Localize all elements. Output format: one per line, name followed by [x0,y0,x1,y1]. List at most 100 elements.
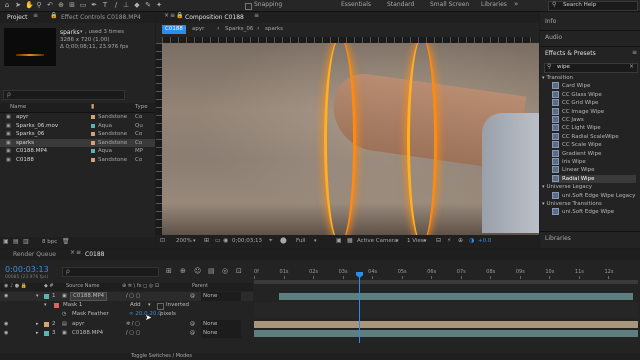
expand-chevron-icon[interactable]: ▸ [36,320,39,329]
column-name[interactable]: Name [10,104,26,110]
layer-switch-boxes[interactable]: ✲ / ▢ [126,320,140,329]
project-search-field[interactable]: ρ [3,90,125,100]
layer-switch-boxes[interactable]: / ▢ ▢ [126,329,140,338]
viewer-timecode[interactable]: 0;00;03;13 [232,238,262,244]
new-composition-icon[interactable]: ▥ [23,238,29,245]
mask-feather-row[interactable]: ◷ Mask Feather ∞ 20.0,20.0 pixels ➤ [0,310,253,322]
project-item-label-swatch[interactable] [91,149,95,153]
comp-mini-flowchart-icon[interactable]: ⊞ [166,267,172,275]
project-item-label-swatch[interactable] [91,157,95,162]
category-chevron-icon[interactable]: ▾ [542,184,545,190]
snapping-checkbox[interactable] [245,3,252,10]
reset-exposure-icon[interactable]: ◑ [469,237,474,244]
workspace-overflow-icon[interactable]: » [514,0,518,8]
zoom-dropdown[interactable]: 200% [176,238,192,244]
safe-margins-icon[interactable]: ⊞ [204,237,209,244]
expand-chevron-icon[interactable]: ▾ [36,292,39,301]
camera-tool-icon[interactable]: ⊕ [57,1,65,9]
project-list-item[interactable]: ▣ apyr Sandstone Co [0,113,155,121]
libraries-panel-tab[interactable]: Libraries [545,235,571,242]
column-type[interactable]: Type [135,104,148,110]
parent-dropdown[interactable]: None [201,329,241,338]
comp-viewer[interactable] [162,43,539,235]
track-bar-layer-1[interactable] [279,293,633,300]
effect-item[interactable]: Card Wipe [552,82,636,90]
roto-brush-tool-icon[interactable]: ✎ [144,1,152,9]
effects-search-value[interactable]: wipe [557,64,570,70]
graph-editor-icon[interactable]: ⊡ [236,267,242,275]
info-panel-tab[interactable]: Info [545,18,556,25]
toggle-pixel-icon[interactable]: ⊟ [436,237,441,244]
effects-category[interactable]: ▾ Transition [542,74,638,82]
project-list-item[interactable]: ▣ sparks Sandstone Co [0,138,155,147]
fast-preview-icon[interactable]: ⚡ [447,237,451,244]
playhead[interactable] [359,273,360,343]
panel-menu-icon[interactable]: ≡ [33,12,38,19]
category-chevron-icon[interactable]: ▾ [542,201,545,207]
channel-icon[interactable]: ⬤ [280,237,287,244]
project-list-item[interactable]: ▣ Sparks_06.mov Aqua Qu [0,122,155,130]
transparency-grid-icon[interactable]: ▦ [347,237,353,244]
column-label-icon[interactable]: ▮ [91,103,94,110]
workspace-essentials[interactable]: Essentials [341,1,371,8]
project-list-item[interactable]: ▣ Sparks_06 Sandstone Co [0,130,155,138]
mask-color-swatch[interactable] [54,303,59,308]
mask-name[interactable]: Mask 1 [63,301,82,310]
layer-label-swatch[interactable] [44,294,49,299]
snapshot-camera-icon[interactable]: ⌖ [269,237,272,245]
pen-tool-icon[interactable]: ✒ [90,1,98,9]
item-dropdown-icon[interactable]: ▾ [80,29,83,35]
effects-category[interactable]: ▾ Universe Legacy [542,183,638,191]
zoom-tool-icon[interactable]: ⚲ [35,1,43,9]
visibility-eye-icon[interactable]: ◉ [4,292,8,301]
effect-item[interactable]: CC Light Wipe [552,124,636,132]
effect-item[interactable]: CC Image Wipe [552,107,636,116]
mask-expand-icon[interactable]: ▾ [44,301,47,310]
shy-layers-icon[interactable]: ☺ [194,267,201,275]
motion-blur-icon[interactable]: ◎ [222,267,228,275]
exposure-value[interactable]: +0.0 [478,238,491,244]
track-bar-layer-2[interactable] [254,321,638,328]
visibility-eye-icon[interactable]: ◉ [4,320,8,329]
snapshot-icon[interactable]: ▭ [215,237,221,244]
expand-chevron-icon[interactable]: ▸ [36,329,39,338]
parent-dropdown[interactable]: None [201,320,241,329]
layer-label-swatch[interactable] [44,331,49,336]
home-icon[interactable]: ⌂ [3,1,11,9]
project-item-label-swatch[interactable] [91,115,95,119]
parent-pickwhip-icon[interactable]: @ [190,320,195,329]
parent-pickwhip-icon[interactable]: @ [190,292,195,301]
bit-depth-label[interactable]: 8 bpc [42,239,57,245]
tab-project[interactable]: Project [2,12,33,23]
project-item-label-swatch[interactable] [91,123,95,128]
tab-composition[interactable]: Composition C0188 [180,12,249,23]
effect-item[interactable]: CC Glass Wipe [552,90,636,99]
effects-search-field[interactable]: ⚲ wipe × [544,63,638,73]
effects-category[interactable]: ▾ Universe Transitions [542,200,638,208]
tab-timeline-comp[interactable]: C0188 [80,249,109,260]
effect-item[interactable]: CC Scale Wipe [552,141,636,149]
workspace-libraries[interactable]: Libraries [481,1,507,8]
layer-row-3[interactable]: ◉ ▸ 3 ▣ C0188.MP4 / ▢ ▢ @ None [0,329,253,338]
effect-item[interactable]: uni.Soft Edge Wipe Legacy [552,191,636,200]
stopwatch-icon[interactable]: ◷ [62,310,66,319]
new-folder-icon[interactable]: ▤ [13,238,19,245]
mask-mode-dropdown[interactable]: Add [130,301,141,310]
visibility-eye-icon[interactable]: ◉ [4,329,8,338]
type-tool-icon[interactable]: T [101,1,109,9]
tab-effect-controls[interactable]: Effect Controls C0188.MP4 [56,12,146,23]
project-list-item[interactable]: ▣ C0188.MP4 Aqua MP [0,147,155,155]
workspace-small-screen[interactable]: Small Screen [430,1,469,8]
work-area-bar[interactable] [254,280,638,284]
parent-dropdown[interactable]: None [201,292,241,301]
mask-row[interactable]: ▾ Mask 1 Add ▾ Inverted [0,301,253,310]
layer-label-swatch[interactable] [44,322,49,327]
column-parent[interactable]: Parent [192,283,208,289]
column-source-name[interactable]: Source Name [66,283,100,289]
always-preview-icon[interactable]: ⊡ [160,237,165,244]
effect-item[interactable]: Radial Wipe [552,174,636,183]
audio-panel-tab[interactable]: Audio [545,34,562,41]
category-chevron-icon[interactable]: ▾ [542,75,545,81]
resolution-dropdown[interactable]: Full [296,238,305,244]
effect-item[interactable]: uni.Soft Edge Wipe [552,208,636,216]
